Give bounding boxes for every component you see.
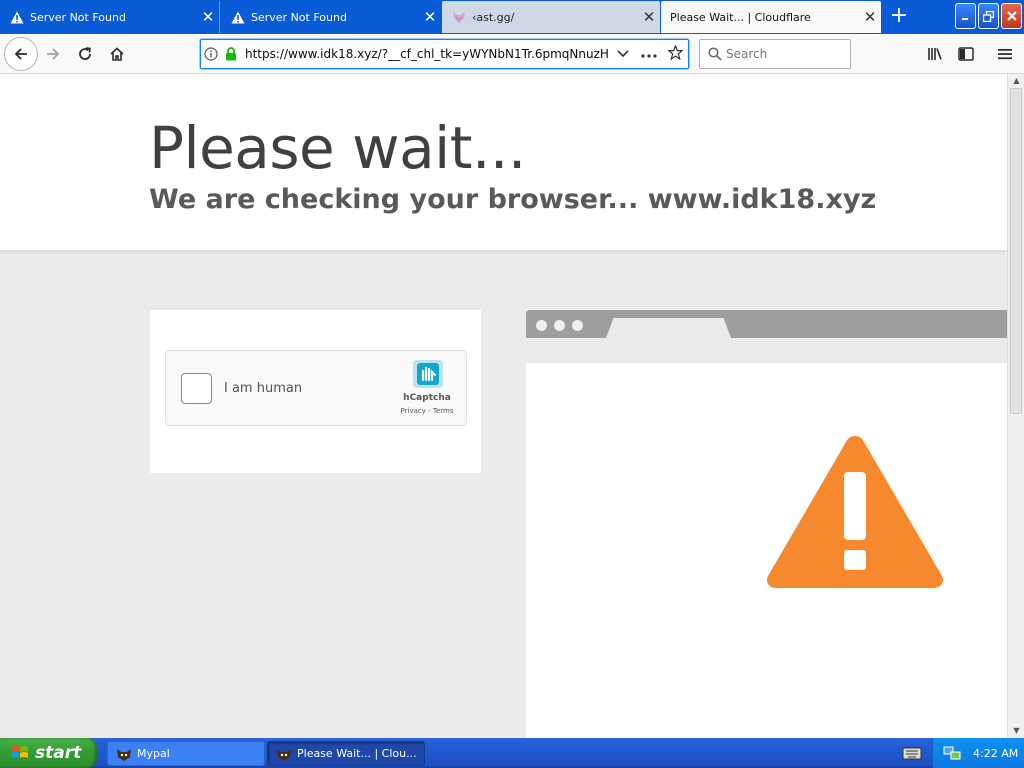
back-button[interactable] <box>4 37 38 71</box>
minimize-button[interactable] <box>955 3 976 29</box>
illustration-dot <box>572 320 583 331</box>
taskbar-item-label: Mypal <box>137 747 170 760</box>
illustration-tab <box>606 318 731 338</box>
checkbox-label: I am human <box>224 381 303 396</box>
tab-title: Please Wait... | Cloudflare <box>670 10 811 24</box>
browser-illustration <box>526 310 1007 738</box>
windows-logo-icon <box>12 746 28 758</box>
page-title: Please wait... <box>149 114 526 182</box>
tab-please-wait[interactable]: Please Wait... | Cloudflare ✕ <box>661 1 881 33</box>
system-tray: 4:22 AM <box>932 738 1024 768</box>
page-content: Please wait... We are checking your brow… <box>0 74 1007 738</box>
info-icon[interactable] <box>201 47 221 61</box>
start-button[interactable]: start <box>0 738 97 768</box>
tab-kast[interactable]: ‹ast.gg/ ✕ <box>442 1 660 33</box>
taskbar-item-label: Please Wait... | Clou... <box>297 747 417 760</box>
illustration-toolbar <box>526 310 1007 338</box>
forward-arrow-icon <box>47 48 60 60</box>
privacy-terms-links[interactable]: Privacy - Terms <box>394 407 460 415</box>
network-icon[interactable] <box>943 745 961 761</box>
hcaptcha-brand: hCaptcha <box>403 393 451 403</box>
restore-button[interactable] <box>978 3 999 29</box>
scroll-up-icon[interactable]: ▲ <box>1010 74 1023 88</box>
close-window-button[interactable] <box>1001 3 1022 29</box>
bookmark-star-icon[interactable] <box>662 43 688 64</box>
captcha-card: I am human hCaptcha Privacy - Terms <box>150 310 481 473</box>
clock: 4:22 AM <box>973 746 1019 760</box>
illustration-dot <box>536 320 547 331</box>
minimize-icon <box>961 18 968 20</box>
warning-icon <box>766 436 944 588</box>
mypal-app-icon <box>117 748 131 761</box>
home-button[interactable] <box>103 40 131 68</box>
close-icon <box>1006 11 1017 21</box>
windows-taskbar: start Mypal Please Wait... | Clou... 4:2… <box>0 738 1024 768</box>
vertical-scrollbar[interactable]: ▲ ▼ <box>1007 74 1024 738</box>
lock-icon[interactable] <box>221 47 241 61</box>
tab-title: ‹ast.gg/ <box>472 10 515 24</box>
close-icon[interactable]: ✕ <box>638 9 660 25</box>
sidebar-icon <box>958 47 974 61</box>
close-icon[interactable]: ✕ <box>859 9 881 25</box>
url-bar[interactable]: https://www.idk18.xyz/?__cf_chl_tk=yWYNb… <box>200 39 689 69</box>
taskbar-item-please-wait[interactable]: Please Wait... | Clou... <box>267 741 425 766</box>
library-button[interactable] <box>921 40 949 68</box>
window-controls <box>955 3 1022 30</box>
scroll-down-icon[interactable]: ▼ <box>1010 724 1023 738</box>
human-checkbox[interactable] <box>181 373 212 404</box>
chevron-down-icon[interactable] <box>610 47 636 62</box>
reload-button[interactable] <box>71 40 99 68</box>
warning-icon <box>9 9 25 25</box>
hcaptcha-logo-icon <box>410 359 446 389</box>
header-band: Please wait... We are checking your brow… <box>0 74 1007 250</box>
scrollbar-thumb[interactable] <box>1010 88 1022 414</box>
menu-button[interactable] <box>991 40 1019 68</box>
library-icon <box>928 48 942 60</box>
new-tab-button[interactable]: + <box>885 4 913 30</box>
home-icon <box>110 47 124 61</box>
restore-icon <box>983 10 994 22</box>
search-input[interactable] <box>726 47 836 61</box>
hamburger-menu-icon <box>998 49 1012 60</box>
search-bar[interactable] <box>699 39 851 69</box>
tab-title: Server Not Found <box>30 10 126 24</box>
navigation-toolbar: https://www.idk18.xyz/?__cf_chl_tk=yWYNb… <box>0 34 1024 74</box>
forward-button[interactable] <box>39 40 67 68</box>
page-actions-icon[interactable] <box>636 47 662 62</box>
back-arrow-icon <box>14 48 27 60</box>
taskbar-item-mypal[interactable]: Mypal <box>107 741 265 766</box>
hcaptcha-widget: I am human hCaptcha Privacy - Terms <box>165 350 467 426</box>
mypal-app-icon <box>277 748 291 761</box>
close-icon[interactable]: ✕ <box>197 9 219 25</box>
sidebar-toggle-button[interactable] <box>952 40 980 68</box>
close-icon[interactable]: ✕ <box>419 9 441 25</box>
keyboard-icon[interactable] <box>902 745 922 761</box>
search-icon <box>708 47 722 61</box>
tab-strip: Server Not Found ✕ Server Not Found ✕ ‹a… <box>0 0 1024 34</box>
tab-server-not-found-2[interactable]: Server Not Found ✕ <box>221 1 441 33</box>
tab-title: Server Not Found <box>251 10 347 24</box>
start-label: start <box>35 743 82 763</box>
fox-favicon-icon <box>451 9 467 25</box>
page-subtitle: We are checking your browser... www.idk1… <box>149 184 877 215</box>
warning-icon <box>230 9 246 25</box>
tab-server-not-found-1[interactable]: Server Not Found ✕ <box>0 1 220 33</box>
url-text[interactable]: https://www.idk18.xyz/?__cf_chl_tk=yWYNb… <box>241 47 610 61</box>
illustration-dot <box>554 320 565 331</box>
reload-icon <box>79 47 91 60</box>
